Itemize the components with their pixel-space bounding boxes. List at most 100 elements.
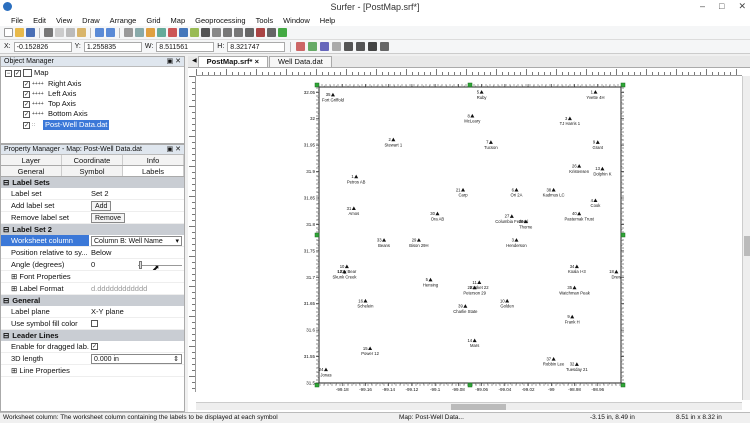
- reshape-icon[interactable]: [267, 28, 276, 37]
- menu-draw[interactable]: Draw: [77, 16, 105, 25]
- flip-icon[interactable]: [368, 42, 378, 51]
- arrange-front-icon[interactable]: [296, 42, 306, 51]
- rectangle-icon[interactable]: [223, 28, 232, 37]
- rotate-icon[interactable]: [356, 42, 366, 51]
- copy-icon[interactable]: [66, 28, 75, 37]
- section-label-set-2[interactable]: ⊟ Label Set 2: [1, 224, 184, 235]
- pointer-icon[interactable]: [278, 28, 287, 37]
- zoom-icon[interactable]: [135, 28, 144, 37]
- remove-label-set-button[interactable]: Remove: [91, 212, 126, 223]
- slider-thumb[interactable]: [139, 260, 142, 269]
- collapse-icon[interactable]: ⊟: [3, 330, 9, 341]
- horizontal-scrollbar[interactable]: [196, 402, 742, 410]
- angle-value[interactable]: 0: [91, 259, 135, 270]
- close-icon[interactable]: ×: [255, 57, 259, 66]
- menu-edit[interactable]: Edit: [28, 16, 51, 25]
- top-axis-visible-checkbox[interactable]: ✓: [23, 100, 30, 108]
- menu-view[interactable]: View: [51, 16, 77, 25]
- right-axis-visible-checkbox[interactable]: ✓: [23, 80, 30, 88]
- menu-map[interactable]: Map: [166, 16, 191, 25]
- menu-help[interactable]: Help: [315, 16, 340, 25]
- close-icon[interactable]: ✕: [738, 1, 746, 12]
- tree-item-bottom-axis[interactable]: ✓ ++++ Bottom Axis: [23, 109, 88, 119]
- digitize-icon[interactable]: [256, 28, 265, 37]
- collapse-icon[interactable]: −: [5, 69, 12, 77]
- spinner-icon[interactable]: ⇕: [173, 355, 179, 363]
- undo-icon[interactable]: [95, 28, 104, 37]
- polyline-icon[interactable]: [212, 28, 221, 37]
- row-label-format[interactable]: ⊞ Label Format d.dddddddddddd: [1, 283, 184, 295]
- tree-item-left-axis[interactable]: ✓ ++++ Left Axis: [23, 89, 76, 99]
- tab-general[interactable]: General: [1, 166, 62, 176]
- tree-item-map[interactable]: − ✓ Map: [5, 68, 49, 78]
- tab-well-data[interactable]: Well Data.dat: [268, 56, 332, 67]
- paste-icon[interactable]: [77, 28, 86, 37]
- select-icon[interactable]: [124, 28, 133, 37]
- section-label-sets[interactable]: ⊟ Label Sets: [1, 177, 184, 188]
- left-axis-visible-checkbox[interactable]: ✓: [23, 90, 30, 98]
- post-map-chart[interactable]: -99.18 -99.16 -99.14 -99.12 -99.1 -99.08 -99.0…: [197, 77, 738, 392]
- 3d-length-input[interactable]: 0.000 in ⇕: [91, 353, 182, 364]
- menu-geoprocessing[interactable]: Geoprocessing: [190, 16, 250, 25]
- x-field[interactable]: -0.152826: [13, 41, 72, 52]
- distribute-icon[interactable]: [380, 42, 390, 51]
- base-icon[interactable]: [190, 28, 199, 37]
- redo-icon[interactable]: [106, 28, 115, 37]
- align-icon[interactable]: [344, 42, 354, 51]
- row-font-properties[interactable]: ⊞ Font Properties: [1, 271, 184, 283]
- symbol-fill-checkbox[interactable]: [91, 320, 98, 327]
- cut-icon[interactable]: [55, 28, 64, 37]
- section-general[interactable]: ⊟ General: [1, 295, 184, 306]
- new-icon[interactable]: [4, 28, 13, 37]
- open-icon[interactable]: [15, 28, 24, 37]
- section-leader-lines[interactable]: ⊟ Leader Lines: [1, 330, 184, 341]
- label-plane-value[interactable]: X-Y plane: [91, 306, 124, 317]
- contour-icon[interactable]: [168, 28, 177, 37]
- post-layer-visible-checkbox[interactable]: ✓: [23, 121, 30, 129]
- ungroup-icon[interactable]: [332, 42, 342, 51]
- tab-postmap[interactable]: PostMap.srf* ×: [197, 56, 268, 67]
- menu-grid[interactable]: Grid: [141, 16, 165, 25]
- tab-scroll-left-icon[interactable]: ◀: [192, 56, 197, 67]
- position-value[interactable]: Below: [91, 247, 111, 258]
- menu-file[interactable]: File: [6, 16, 28, 25]
- collapse-icon[interactable]: ⊟: [3, 224, 9, 235]
- collapse-icon[interactable]: ⊟: [3, 177, 9, 188]
- print-icon[interactable]: [44, 28, 53, 37]
- worksheet-column-dropdown[interactable]: Column B: Well Name ▾: [91, 235, 182, 246]
- save-icon[interactable]: [26, 28, 35, 37]
- tree-item-top-axis[interactable]: ✓ ++++ Top Axis: [23, 99, 76, 109]
- angle-slider[interactable]: ⬈: [138, 260, 182, 270]
- pin-icon[interactable]: ▣ ✕: [167, 145, 181, 155]
- tab-info[interactable]: Info: [123, 155, 184, 165]
- horizontal-scroll-thumb[interactable]: [451, 404, 506, 410]
- vertical-scroll-thumb[interactable]: [744, 236, 750, 256]
- post-icon[interactable]: [179, 28, 188, 37]
- h-field[interactable]: 8.321747: [227, 41, 286, 52]
- maximize-icon[interactable]: □: [719, 1, 724, 12]
- label-set-value[interactable]: Set 2: [91, 188, 109, 199]
- pan-icon[interactable]: [146, 28, 155, 37]
- menu-tools[interactable]: Tools: [251, 16, 279, 25]
- group-icon[interactable]: [320, 42, 330, 51]
- menu-window[interactable]: Window: [278, 16, 315, 25]
- tab-labels[interactable]: Labels: [123, 166, 184, 176]
- tab-symbol[interactable]: Symbol: [62, 166, 123, 176]
- plot-canvas[interactable]: -99.18 -99.16 -99.14 -99.12 -99.1 -99.08 -99.0…: [197, 77, 738, 392]
- ellipse-icon[interactable]: [234, 28, 243, 37]
- map-icon[interactable]: [157, 28, 166, 37]
- row-line-properties[interactable]: ⊞ Line Properties: [1, 365, 184, 377]
- collapse-icon[interactable]: ⊟: [3, 295, 9, 306]
- add-label-set-button[interactable]: Add: [91, 200, 112, 211]
- text-icon[interactable]: [201, 28, 210, 37]
- minimize-icon[interactable]: –: [700, 1, 705, 12]
- tree-item-post-layer[interactable]: ✓ ∷ Post-Well Data.dat: [23, 120, 110, 130]
- chevron-down-icon[interactable]: ▾: [175, 237, 179, 245]
- tab-coordinate-system[interactable]: Coordinate System: [62, 155, 123, 176]
- symbol-icon[interactable]: [245, 28, 254, 37]
- menu-arrange[interactable]: Arrange: [105, 16, 142, 25]
- y-field[interactable]: 1.255835: [83, 41, 142, 52]
- w-field[interactable]: 8.511561: [156, 41, 215, 52]
- dragged-labels-checkbox[interactable]: ✓: [91, 343, 98, 350]
- map-visible-checkbox[interactable]: ✓: [14, 69, 21, 77]
